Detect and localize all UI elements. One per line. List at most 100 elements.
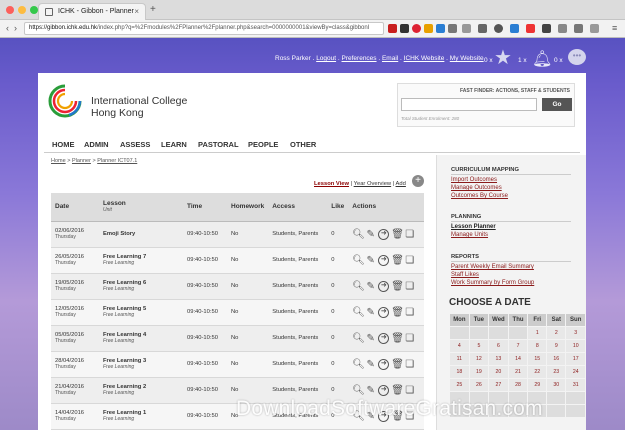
calendar-day[interactable]: 30 bbox=[547, 379, 566, 391]
go-arrow-icon[interactable]: ➜ bbox=[378, 384, 390, 396]
go-arrow-icon[interactable]: ➜ bbox=[378, 358, 390, 370]
forward-icon[interactable]: › bbox=[14, 23, 17, 33]
calendar-day[interactable]: 25 bbox=[450, 379, 469, 391]
calendar-day[interactable]: 31 bbox=[566, 379, 585, 391]
calendar-day[interactable]: 12 bbox=[469, 353, 489, 365]
calendar-day[interactable]: 6 bbox=[489, 340, 508, 352]
pen-icon[interactable] bbox=[590, 24, 599, 33]
calendar-day[interactable]: 4 bbox=[450, 340, 469, 352]
flag-extension-icon[interactable] bbox=[388, 24, 397, 33]
edit-icon[interactable]: ✎ bbox=[365, 229, 376, 240]
calendar-day[interactable]: 11 bbox=[450, 353, 469, 365]
work-summary-link[interactable]: Work Summary by Form Group bbox=[451, 280, 534, 286]
go-arrow-icon[interactable]: ➜ bbox=[378, 254, 390, 266]
view-icon[interactable]: 🔍︎ bbox=[352, 307, 365, 318]
email-link[interactable]: Email bbox=[382, 55, 398, 62]
add-icon[interactable]: + bbox=[412, 175, 424, 187]
go-arrow-icon[interactable]: ➜ bbox=[378, 228, 390, 240]
delete-icon[interactable]: 🗑︎ bbox=[391, 255, 404, 266]
counter-badge-icon[interactable] bbox=[542, 24, 551, 33]
calendar-day[interactable]: 2 bbox=[547, 327, 566, 339]
crop-icon[interactable] bbox=[558, 24, 567, 33]
nav-other[interactable]: OTHER bbox=[290, 140, 316, 149]
duplicate-icon[interactable]: ❏ bbox=[404, 307, 415, 318]
table-row[interactable]: 05/05/2016 Thursday Free Learning 4 Free Le… bbox=[51, 325, 424, 352]
go-arrow-icon[interactable]: ➜ bbox=[378, 280, 390, 292]
manage-outcomes-link[interactable]: Manage Outcomes bbox=[451, 185, 502, 191]
view-icon[interactable]: 🔍︎ bbox=[352, 281, 365, 292]
go-arrow-icon[interactable]: ➜ bbox=[378, 306, 390, 318]
calendar-day[interactable]: 27 bbox=[489, 379, 508, 391]
view-icon[interactable]: 🔍︎ bbox=[352, 333, 365, 344]
table-row[interactable]: 19/05/2016 Thursday Free Learning 6 Free Le… bbox=[51, 273, 424, 300]
calendar-day[interactable]: 1 bbox=[528, 327, 547, 339]
zoom-window-icon[interactable] bbox=[30, 6, 38, 14]
delete-icon[interactable]: 🗑︎ bbox=[391, 281, 404, 292]
star-icon[interactable]: ★ bbox=[494, 47, 516, 69]
menu-icon[interactable]: ≡ bbox=[612, 23, 617, 33]
nav-admin[interactable]: ADMIN bbox=[84, 140, 109, 149]
screenshot-extension-icon[interactable] bbox=[462, 24, 471, 33]
go-button[interactable]: Go bbox=[542, 98, 572, 111]
duplicate-icon[interactable]: ❏ bbox=[404, 385, 415, 396]
edit-icon[interactable]: ✎ bbox=[365, 281, 376, 292]
outcomes-by-course-link[interactable]: Outcomes By Course bbox=[451, 193, 508, 199]
pdf-extension-icon[interactable] bbox=[400, 24, 409, 33]
breadcrumb-current[interactable]: Planner ICT07.1 bbox=[97, 158, 137, 164]
delete-icon[interactable]: 🗑︎ bbox=[391, 229, 404, 240]
breadcrumb-planner[interactable]: Planner bbox=[72, 158, 91, 164]
breadcrumb-home[interactable]: Home bbox=[51, 158, 66, 164]
calendar-day[interactable]: 22 bbox=[528, 366, 547, 378]
logout-link[interactable]: Logout bbox=[316, 55, 336, 62]
my-website-link[interactable]: My Website bbox=[450, 55, 484, 62]
calendar-day[interactable]: 15 bbox=[528, 353, 547, 365]
table-row[interactable]: 02/06/2016 Thursday Emoji Story 09:40-10:50… bbox=[51, 221, 424, 248]
calendar-day[interactable]: 9 bbox=[547, 340, 566, 352]
calendar-day[interactable]: 13 bbox=[489, 353, 508, 365]
notes-extension-icon[interactable] bbox=[424, 24, 433, 33]
nav-people[interactable]: PEOPLE bbox=[248, 140, 278, 149]
duplicate-icon[interactable]: ❏ bbox=[404, 229, 415, 240]
calendar-day[interactable]: 14 bbox=[508, 353, 528, 365]
close-window-icon[interactable] bbox=[6, 6, 14, 14]
calendar-day[interactable]: 29 bbox=[528, 379, 547, 391]
preferences-link[interactable]: Preferences bbox=[342, 55, 377, 62]
download-icon[interactable] bbox=[510, 24, 519, 33]
manage-units-link[interactable]: Manage Units bbox=[451, 232, 488, 238]
ichk-website-link[interactable]: ICHK Website bbox=[404, 55, 445, 62]
nav-learn[interactable]: LEARN bbox=[161, 140, 187, 149]
github-icon[interactable] bbox=[494, 24, 503, 33]
address-input[interactable]: https://gibbon.ichk.edu.hk/index.php?q=%… bbox=[24, 22, 384, 35]
calendar-day[interactable]: 18 bbox=[450, 366, 469, 378]
back-icon[interactable]: ‹ bbox=[6, 23, 9, 33]
lesson-view-link[interactable]: Lesson View bbox=[314, 181, 349, 187]
new-tab-icon[interactable]: + bbox=[150, 4, 156, 15]
add-link[interactable]: Add bbox=[396, 181, 406, 187]
calendar-day[interactable]: 28 bbox=[508, 379, 528, 391]
calendar-day[interactable]: 17 bbox=[566, 353, 585, 365]
edit-icon[interactable]: ✎ bbox=[365, 255, 376, 266]
table-row[interactable]: 26/05/2016 Thursday Free Learning 7 Free Le… bbox=[51, 247, 424, 274]
bell-icon[interactable]: 🔔︎ bbox=[532, 49, 552, 69]
duplicate-icon[interactable]: ❏ bbox=[404, 359, 415, 370]
year-overview-link[interactable]: Year Overview bbox=[354, 181, 391, 187]
edit-icon[interactable]: ✎ bbox=[365, 333, 376, 344]
adblock-icon[interactable] bbox=[526, 24, 535, 33]
fast-finder-input[interactable] bbox=[401, 98, 537, 111]
view-icon[interactable]: 🔍︎ bbox=[352, 229, 365, 240]
calendar-day[interactable]: 26 bbox=[469, 379, 489, 391]
chat-icon[interactable]: ••• bbox=[568, 49, 586, 65]
duplicate-icon[interactable]: ❏ bbox=[404, 281, 415, 292]
nav-assess[interactable]: ASSESS bbox=[120, 140, 150, 149]
delete-icon[interactable]: 🗑︎ bbox=[391, 307, 404, 318]
go-arrow-icon[interactable]: ➜ bbox=[378, 332, 390, 344]
edit-icon[interactable]: ✎ bbox=[365, 385, 376, 396]
minimize-window-icon[interactable] bbox=[18, 6, 26, 14]
delete-icon[interactable]: 🗑︎ bbox=[391, 385, 404, 396]
staff-likes-link[interactable]: Staff Likes bbox=[451, 272, 479, 278]
calendar-day[interactable]: 21 bbox=[508, 366, 528, 378]
import-outcomes-link[interactable]: Import Outcomes bbox=[451, 177, 497, 183]
opera-extension-icon[interactable] bbox=[412, 24, 421, 33]
calendar-day[interactable]: 23 bbox=[547, 366, 566, 378]
calendar-day[interactable]: 8 bbox=[528, 340, 547, 352]
